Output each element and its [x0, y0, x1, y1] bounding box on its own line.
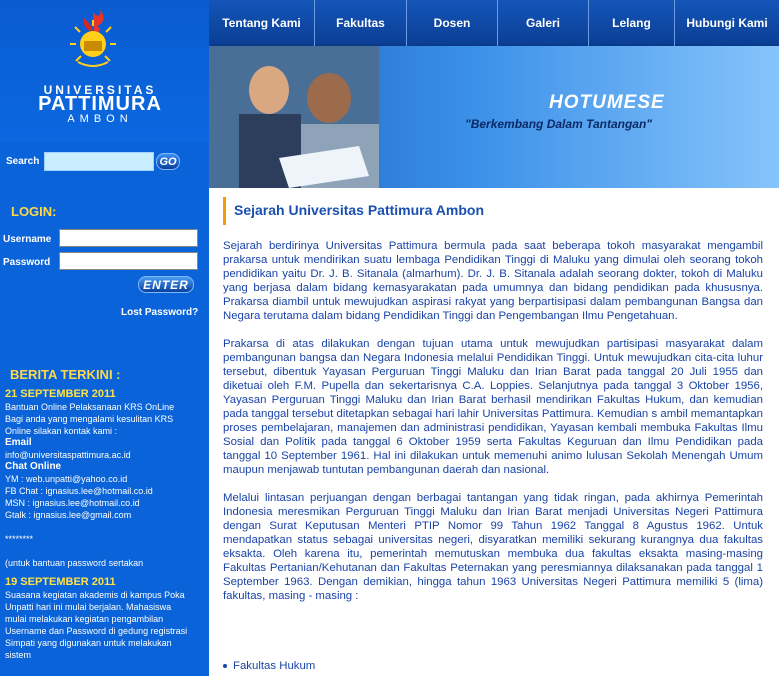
- nav-hubungi-kami[interactable]: Hubungi Kami: [675, 0, 779, 46]
- email-label: Email: [5, 437, 32, 448]
- news-list: 21 SEPTEMBER 2011 Bantuan Online Pelaksa…: [5, 388, 209, 661]
- lost-password-link[interactable]: Lost Password?: [121, 307, 198, 318]
- news-line: Username dan Password di gedung registra…: [5, 626, 188, 636]
- news-line: Bagi anda yang mengalami kesulitan KRS: [5, 414, 174, 424]
- username-input[interactable]: [59, 229, 198, 247]
- news-heading: BERITA TERKINI :: [10, 367, 121, 382]
- username-label: Username: [3, 234, 52, 245]
- nav-fakultas[interactable]: Fakultas: [315, 0, 407, 46]
- news-separator: ********: [5, 534, 34, 544]
- nav-lelang[interactable]: Lelang: [589, 0, 675, 46]
- search-go-button[interactable]: GO: [156, 153, 180, 170]
- banner-tagline: "Berkembang Dalam Tantangan": [465, 117, 652, 131]
- page-title-bar: Sejarah Universitas Pattimura Ambon: [223, 197, 543, 225]
- news-panel: BERITA TERKINI : 21 SEPTEMBER 2011 Bantu…: [0, 357, 209, 676]
- contact-msn: MSN : ignasius.lee@hotmail.co.id: [5, 498, 140, 508]
- search-input[interactable]: [44, 152, 154, 171]
- login-panel: LOGIN: Username Password ENTER Lost Pass…: [0, 196, 209, 332]
- login-enter-button[interactable]: ENTER: [138, 276, 194, 293]
- nav-galeri[interactable]: Galeri: [498, 0, 589, 46]
- contact-ym: YM : web.unpatti@yahoo.co.id: [5, 474, 128, 484]
- news-line: Bantuan Online Pelaksanaan KRS OnLine: [5, 402, 175, 412]
- article-body: Sejarah berdirinya Universitas Pattimura…: [223, 239, 763, 616]
- news-heading-bar: BERITA TERKINI :: [0, 364, 209, 386]
- chat-online-label: Chat Online: [5, 461, 62, 472]
- contact-gtalk: Gtalk : ignasius.lee@gmail.com: [5, 510, 132, 520]
- news-line: mulai melakukan kegiatan pengambilan: [5, 614, 164, 624]
- header-banner: HOTUMESE "Berkembang Dalam Tantangan": [209, 46, 779, 188]
- news-date[interactable]: 21 SEPTEMBER 2011: [5, 388, 209, 401]
- search-label: Search: [6, 156, 40, 167]
- news-line: Suasana kegiatan akademis di kampus Poka: [5, 590, 185, 600]
- news-line: Simpati yang digunakan untuk melakukan: [5, 638, 172, 648]
- news-note: (untuk bantuan password sertakan: [5, 558, 144, 568]
- bullet-icon: [223, 663, 227, 668]
- nav-tentang-kami[interactable]: Tentang Kami: [209, 0, 315, 46]
- article-paragraph: Sejarah berdirinya Universitas Pattimura…: [223, 240, 763, 323]
- login-heading: LOGIN:: [11, 204, 57, 219]
- news-date[interactable]: 19 SEPTEMBER 2011: [5, 576, 209, 589]
- news-line: Online silakan kontak kami :: [5, 426, 118, 436]
- article-paragraph: Prakarsa di atas dilakukan dengan tujuan…: [223, 337, 763, 477]
- brand-line-3: AMBON: [67, 113, 133, 125]
- nav-dosen[interactable]: Dosen: [407, 0, 498, 46]
- article-paragraph: Melalui lintasan perjuangan dengan berba…: [223, 491, 763, 603]
- logo-area: UNIVERSITAS PATTIMURA AMBON: [0, 0, 209, 142]
- banner-title: HOTUMESE: [549, 92, 665, 113]
- banner-photo: [209, 46, 379, 188]
- university-logo-icon[interactable]: [64, 8, 122, 70]
- faculty-list: Fakultas Hukum: [223, 660, 315, 672]
- news-line: sistem: [5, 650, 32, 660]
- sidebar: UNIVERSITAS PATTIMURA AMBON Search GO LO…: [0, 0, 209, 676]
- faculty-item: Fakultas Hukum: [233, 660, 316, 672]
- search-bar: Search GO: [0, 150, 209, 174]
- news-line: Unpatti hari ini mulai berjalan. Mahasis…: [5, 602, 172, 612]
- main-content: Sejarah Universitas Pattimura Ambon Seja…: [209, 188, 779, 676]
- contact-fb: FB Chat : ignasius.lee@hotmail.co.id: [5, 486, 153, 496]
- page-title: Sejarah Universitas Pattimura Ambon: [234, 202, 485, 218]
- email-address[interactable]: info@universitaspattimura.ac.id: [5, 449, 209, 461]
- password-input[interactable]: [59, 252, 198, 270]
- password-label: Password: [3, 257, 51, 268]
- top-navigation: Tentang Kami Fakultas Dosen Galeri Lelan…: [209, 0, 779, 46]
